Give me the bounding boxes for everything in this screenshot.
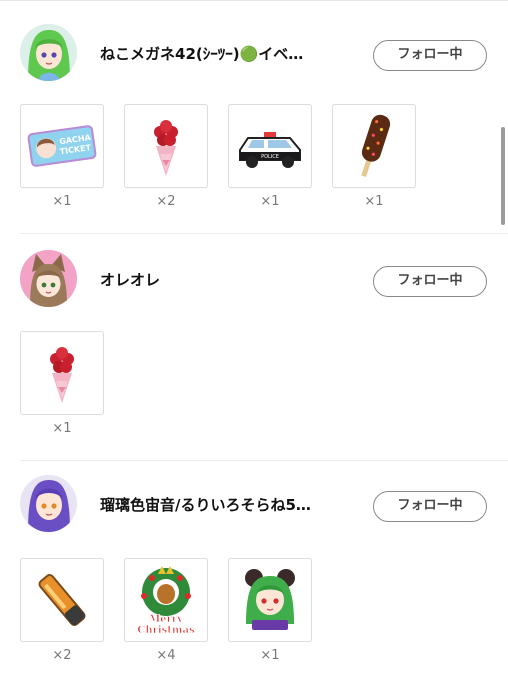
avatar-fox-ears-girl-icon <box>20 250 77 307</box>
choco-banana-icon <box>361 114 391 178</box>
avatar[interactable] <box>20 475 77 532</box>
avatar[interactable] <box>20 24 77 81</box>
green-hair-girl-sticker-icon <box>245 569 295 630</box>
gift-count: ×1 <box>52 194 72 209</box>
xmas-text-2: Christmas <box>137 625 195 636</box>
gift-item[interactable]: POLICE ×1 <box>228 104 312 209</box>
gift-item[interactable]: ×2 <box>20 558 104 663</box>
gift-sender-entry: オレオレ フォロー中 ×1 <box>0 233 508 460</box>
gift-item[interactable]: Merry Christmas ×4 <box>124 558 208 663</box>
gift-item[interactable]: ×1 <box>20 331 104 436</box>
gift-tile: POLICE <box>228 104 312 188</box>
avatar[interactable] <box>20 250 77 307</box>
following-button[interactable]: フォロー中 <box>373 491 487 522</box>
gift-tile <box>124 104 208 188</box>
scrollbar[interactable] <box>501 127 505 225</box>
gift-item[interactable]: ×1 <box>228 558 312 663</box>
gift-count: ×1 <box>52 421 72 436</box>
gift-sender-entry: ねこメガネ42(ｼｰﾂｰ)🟢イベ… フォロー中 GACHA TICKET ×1 <box>0 0 508 233</box>
police-text: POLICE <box>261 154 279 160</box>
gift-tile: GACHA TICKET <box>20 104 104 188</box>
gift-sender-entry: 瑠璃色宙音/るりいろそらね5… フォロー中 ×2 Merry Christmas… <box>0 460 508 680</box>
gift-count: ×2 <box>156 194 176 209</box>
gift-item[interactable]: ×2 <box>124 104 208 209</box>
following-button[interactable]: フォロー中 <box>373 40 487 71</box>
user-row: オレオレ フォロー中 <box>0 250 508 314</box>
gift-tile <box>20 558 104 642</box>
avatar-green-hair-girl-icon <box>20 24 77 81</box>
rose-bouquet-icon <box>50 347 74 403</box>
gift-count: ×2 <box>52 648 72 663</box>
username[interactable]: 瑠璃色宙音/るりいろそらね5… <box>100 494 360 515</box>
gift-count: ×1 <box>260 194 280 209</box>
gacha-ticket-icon: GACHA TICKET <box>27 125 97 167</box>
merry-christmas-wreath-icon: Merry Christmas <box>137 566 195 636</box>
xmas-text-1: Merry <box>149 614 184 625</box>
gift-tile: Merry Christmas <box>124 558 208 642</box>
gift-count: ×1 <box>364 194 384 209</box>
rose-bouquet-icon <box>154 120 178 176</box>
user-row: 瑠璃色宙音/るりいろそらね5… フォロー中 <box>0 475 508 539</box>
gift-tile <box>20 331 104 415</box>
glowstick-icon <box>38 574 86 626</box>
police-car-icon: POLICE <box>239 132 301 168</box>
gift-tile <box>332 104 416 188</box>
gift-count: ×4 <box>156 648 176 663</box>
avatar-purple-hair-girl-icon <box>20 475 77 532</box>
gift-item[interactable]: GACHA TICKET ×1 <box>20 104 104 209</box>
gift-tile <box>228 558 312 642</box>
username[interactable]: オレオレ <box>100 269 360 290</box>
username[interactable]: ねこメガネ42(ｼｰﾂｰ)🟢イベ… <box>100 43 360 64</box>
user-row: ねこメガネ42(ｼｰﾂｰ)🟢イベ… フォロー中 <box>0 24 508 88</box>
gift-item[interactable]: ×1 <box>332 104 416 209</box>
following-button[interactable]: フォロー中 <box>373 266 487 297</box>
gift-count: ×1 <box>260 648 280 663</box>
